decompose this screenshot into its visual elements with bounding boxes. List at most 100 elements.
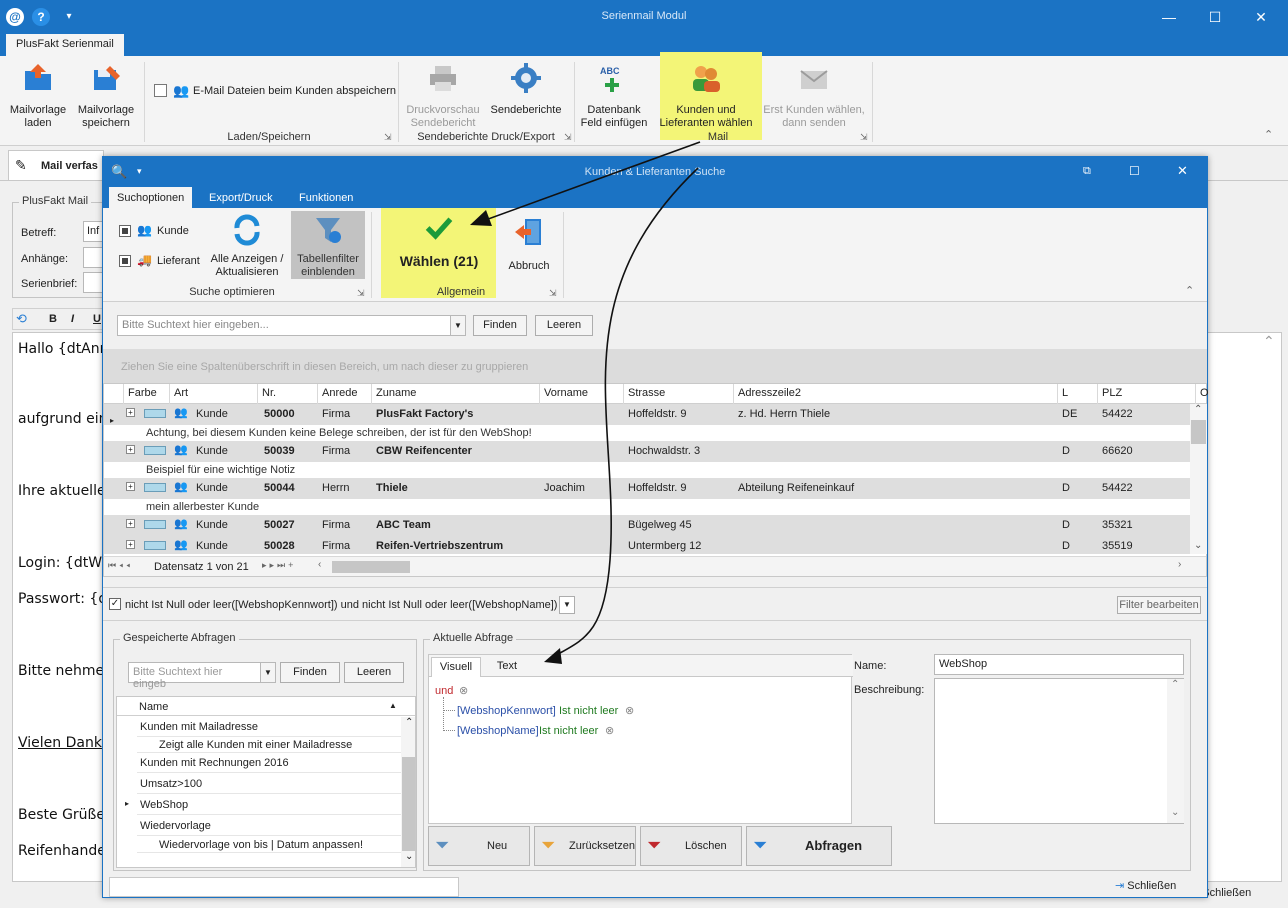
restore-icon[interactable]: ⧉ xyxy=(1083,165,1091,178)
list-item[interactable]: WebShop xyxy=(137,795,403,815)
expand-icon[interactable]: + xyxy=(126,540,135,549)
nav-next-last-icons[interactable]: ▸▸⏭+ xyxy=(262,560,296,571)
expand-icon[interactable]: + xyxy=(126,408,135,417)
tab-mail-verfassen[interactable]: ✎ Mail verfas xyxy=(8,150,104,180)
tab-text[interactable]: Text xyxy=(485,657,529,677)
list-scrollbar[interactable]: ⌃ ⌄ xyxy=(401,717,415,867)
mailvorlage-speichern-button[interactable]: Mailvorlage speichern xyxy=(74,62,138,130)
close-icon[interactable]: ✕ xyxy=(1177,163,1188,179)
expand-icon[interactable]: + xyxy=(126,519,135,528)
search-input[interactable]: Bitte Suchtext hier eingeben... xyxy=(117,315,451,336)
scroll-thumb[interactable] xyxy=(402,757,415,851)
group-launcher-icon[interactable]: ⇲ xyxy=(357,288,365,299)
group-launcher-icon[interactable]: ⇲ xyxy=(564,132,572,143)
description-textarea[interactable]: ⌃ ⌄ xyxy=(934,678,1184,824)
table-row[interactable]: + 👥 Kunde 50039 Firma CBW Reifencenter H… xyxy=(104,441,1190,462)
neu-button[interactable]: ⏷ Neu xyxy=(428,826,530,866)
remove-icon[interactable]: ⊗ xyxy=(625,704,634,717)
scroll-left-icon[interactable]: ‹ xyxy=(318,559,321,570)
col-name[interactable]: Name xyxy=(139,701,168,713)
scroll-thumb[interactable] xyxy=(1191,420,1206,444)
saved-search-dropdown-icon[interactable]: ▼ xyxy=(260,662,276,683)
waehlen-button[interactable]: Wählen (21) xyxy=(387,214,491,276)
tab-funktionen[interactable]: Funktionen xyxy=(299,190,353,206)
col-adresszeile2[interactable]: Adresszeile2 xyxy=(734,384,1058,404)
col-plz[interactable]: PLZ xyxy=(1098,384,1196,404)
abfragen-button[interactable]: ⏷ Abfragen xyxy=(746,826,892,866)
filter-active-checkbox[interactable]: ✓ xyxy=(109,598,121,610)
col-farbe[interactable]: Farbe xyxy=(124,384,170,404)
search-dropdown-icon[interactable]: ▼ xyxy=(450,315,466,336)
druckvorschau-button[interactable]: Druckvorschau Sendebericht xyxy=(404,62,482,130)
underline-button[interactable]: U xyxy=(93,313,101,325)
clear-button[interactable]: Leeren xyxy=(535,315,593,336)
maximize-icon[interactable]: ☐ xyxy=(1129,164,1140,178)
col-land[interactable]: L xyxy=(1058,384,1098,404)
erst-kunden-waehlen-button[interactable]: Erst Kunden wählen, dann senden xyxy=(762,62,866,130)
list-item[interactable]: Kunden mit Mailadresse xyxy=(137,717,403,737)
kunde-checkbox[interactable] xyxy=(119,225,131,237)
datenbank-feld-button[interactable]: ABC Datenbank Feld einfügen xyxy=(578,62,650,130)
tab-visuell[interactable]: Visuell xyxy=(431,657,481,677)
condition-field[interactable]: [WebshopName] xyxy=(457,725,539,737)
saved-find-button[interactable]: Finden xyxy=(280,662,340,683)
name-input[interactable]: WebShop xyxy=(934,654,1184,675)
italic-button[interactable]: I xyxy=(71,313,74,325)
bold-button[interactable]: B xyxy=(49,313,57,325)
filter-edit-button[interactable]: Filter bearbeiten xyxy=(1117,596,1201,614)
maximize-icon[interactable]: ☐ xyxy=(1206,8,1224,26)
dialog-close-button[interactable]: ⇥ Schließen xyxy=(1115,879,1176,892)
remove-icon[interactable]: ⊗ xyxy=(605,724,614,737)
col-o[interactable]: O xyxy=(1196,384,1209,404)
list-item[interactable]: Wiedervorlage xyxy=(137,816,403,836)
condition-field[interactable]: [WebshopKennwort] xyxy=(457,705,556,717)
query-operator[interactable]: und xyxy=(435,685,453,697)
kunden-lieferanten-button[interactable]: Kunden und Lieferanten wählen xyxy=(656,62,756,130)
refresh-icon[interactable]: ⟲ xyxy=(16,311,27,327)
tab-export-druck[interactable]: Export/Druck xyxy=(209,190,273,206)
tab-plusfakt-serienmail[interactable]: PlusFakt Serienmail xyxy=(6,34,124,56)
description-scrollbar[interactable]: ⌃ ⌄ xyxy=(1167,679,1184,823)
table-row[interactable]: + 👥 Kunde 50044 Herrn Thiele Joachim Hof… xyxy=(104,478,1190,499)
abbruch-button[interactable]: Abbruch xyxy=(505,216,553,273)
email-dateien-checkbox[interactable] xyxy=(154,84,167,97)
lieferant-checkbox[interactable] xyxy=(119,255,131,267)
table-row[interactable]: + 👥 Kunde 50028 Firma Reifen-Vertriebsze… xyxy=(104,536,1190,554)
table-row[interactable]: + 👥 Kunde 50027 Firma ABC Team Bügelweg … xyxy=(104,515,1190,536)
group-launcher-icon[interactable]: ⇲ xyxy=(549,288,557,299)
scroll-up-icon[interactable]: ⌃ xyxy=(1171,679,1179,690)
group-launcher-icon[interactable]: ⇲ xyxy=(860,132,868,143)
filter-dropdown-icon[interactable]: ▼ xyxy=(559,596,575,614)
grid-vertical-scrollbar[interactable]: ⌃ ⌄ xyxy=(1190,404,1207,554)
list-item[interactable]: Umsatz>100 xyxy=(137,774,403,794)
col-strasse[interactable]: Strasse xyxy=(624,384,734,404)
col-zuname[interactable]: Zuname xyxy=(372,384,540,404)
condition-operator[interactable]: Ist nicht leer xyxy=(559,705,618,717)
alle-anzeigen-button[interactable]: Alle Anzeigen / Aktualisieren xyxy=(209,214,285,279)
find-button[interactable]: Finden xyxy=(473,315,527,336)
scroll-up-icon[interactable]: ⌃ xyxy=(1194,404,1202,415)
close-icon[interactable]: ✕ xyxy=(1252,8,1270,26)
expand-icon[interactable]: + xyxy=(126,445,135,454)
col-vorname[interactable]: Vorname xyxy=(540,384,624,404)
scroll-up-icon[interactable]: ⌃ xyxy=(1263,333,1275,350)
mailvorlage-laden-button[interactable]: Mailvorlage laden xyxy=(6,62,70,130)
saved-search-input[interactable]: Bitte Suchtext hier eingeb xyxy=(128,662,262,690)
col-anrede[interactable]: Anrede xyxy=(318,384,372,404)
sendeberichte-button[interactable]: Sendeberichte xyxy=(488,62,564,117)
group-launcher-icon[interactable]: ⇲ xyxy=(384,132,392,143)
col-nr[interactable]: Nr. xyxy=(258,384,318,404)
zuruecksetzen-button[interactable]: ⏷ Zurücksetzen xyxy=(534,826,636,866)
saved-clear-button[interactable]: Leeren xyxy=(344,662,404,683)
col-art[interactable]: Art xyxy=(170,384,258,404)
scroll-down-icon[interactable]: ⌄ xyxy=(1194,540,1202,551)
scroll-right-icon[interactable]: › xyxy=(1178,559,1181,570)
tabellenfilter-button[interactable]: Tabellenfilter einblenden xyxy=(291,214,365,279)
expand-icon[interactable]: + xyxy=(126,482,135,491)
minimize-icon[interactable]: — xyxy=(1160,8,1178,26)
scroll-up-icon[interactable]: ⌃ xyxy=(405,717,413,728)
list-item[interactable]: Kunden mit Rechnungen 2016 xyxy=(137,753,403,773)
scroll-down-icon[interactable]: ⌄ xyxy=(1171,807,1179,818)
collapse-ribbon-icon[interactable]: ⌃ xyxy=(1185,284,1194,297)
scroll-down-icon[interactable]: ⌄ xyxy=(405,851,413,862)
